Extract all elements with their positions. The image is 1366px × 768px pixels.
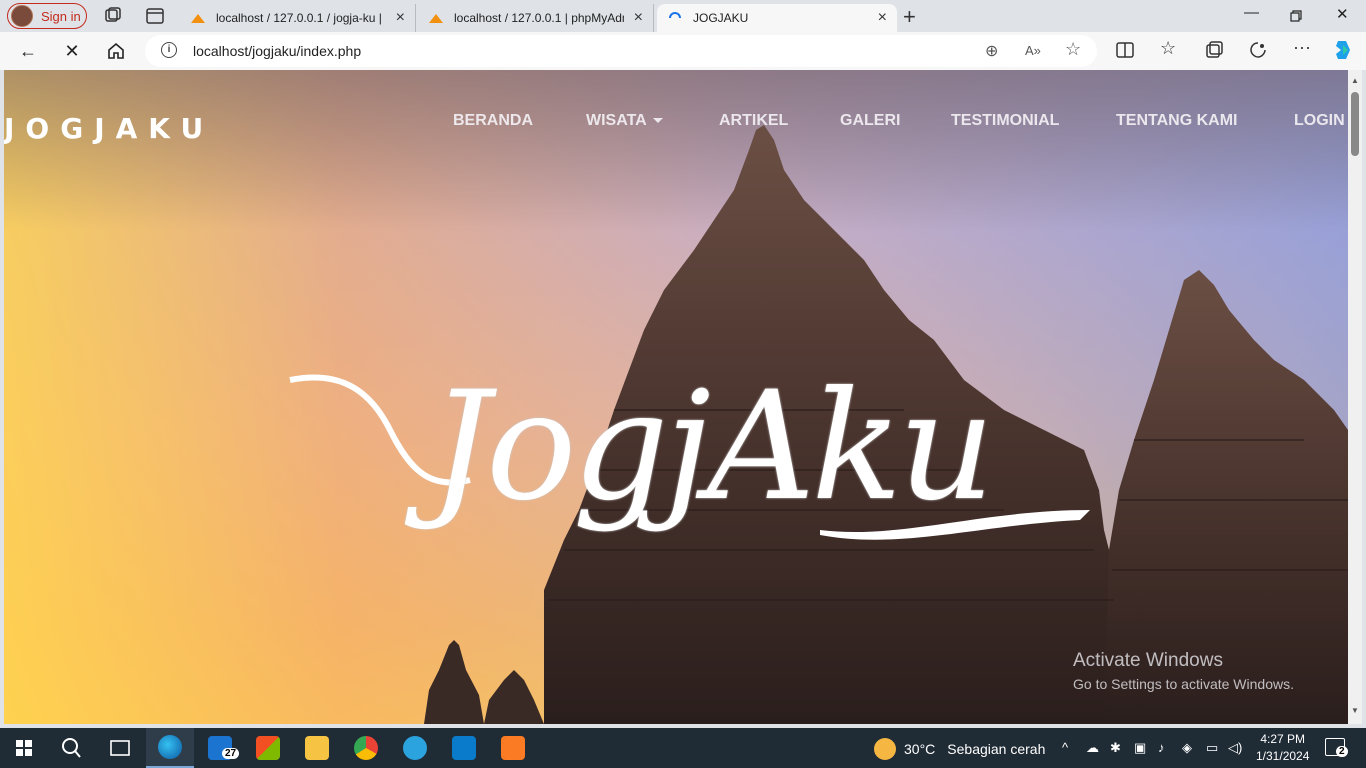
taskbar-store[interactable] [244,728,292,768]
tab-phpmyadmin-jogjaku[interactable]: localhost / 127.0.0.1 / jogja-ku | p × [180,4,416,32]
weather-widget[interactable]: 30°C Sebagian cerah [874,738,1045,760]
split-screen-icon[interactable] [1116,41,1134,59]
signin-label: Sign in [41,8,81,24]
nav-testimonial[interactable]: TESTIMONIAL [951,112,1059,130]
page-scrollbar[interactable]: ▲ ▼ [1348,70,1362,724]
site-brand-logo[interactable]: JOGJAKU [4,112,214,145]
notification-center-icon[interactable]: 2 [1325,738,1348,757]
scroll-up-icon[interactable]: ▲ [1351,76,1359,85]
tab-title: JOGJAKU [693,11,749,25]
activate-windows-title: Activate Windows [1073,650,1223,671]
close-tab-icon[interactable]: × [634,9,643,27]
read-aloud-icon[interactable]: A» [1025,43,1041,58]
tab-strip: Sign in localhost / 127.0.0.1 / jogja-ku… [0,0,1366,32]
loading-spinner-icon [669,12,681,19]
folder-icon [305,736,329,760]
taskbar-vscode[interactable] [440,728,488,768]
back-button[interactable]: ← [16,39,40,63]
telegram-icon [403,736,427,760]
meet-now-icon[interactable]: ▣ [1134,740,1146,756]
task-view-icon[interactable] [96,728,144,768]
settings-more-icon[interactable]: ··· [1293,37,1311,58]
taskbar-mail[interactable]: 27 [196,728,244,768]
tab-jogjaku[interactable]: JOGJAKU × [657,4,897,32]
nav-galeri[interactable]: GALERI [840,112,900,130]
workspaces-icon[interactable] [103,6,123,26]
site-info-icon[interactable]: i [161,42,177,58]
chrome-icon [354,736,378,760]
url-text[interactable]: localhost/jogjaku/index.php [193,43,361,59]
address-bar-row: ← ✕ i localhost/jogjaku/index.php ⊕ A» ☆… [0,32,1366,70]
scroll-thumb[interactable] [1351,92,1359,156]
minimize-button[interactable]: — [1244,4,1259,21]
tab-phpmyadmin[interactable]: localhost / 127.0.0.1 | phpMyAdmi × [418,4,654,32]
hero-title: JogjAku [430,360,995,534]
scroll-down-icon[interactable]: ▼ [1351,706,1359,715]
taskbar-chrome[interactable] [342,728,390,768]
taskbar-xampp[interactable] [489,728,537,768]
stop-loading-button[interactable]: ✕ [60,39,84,63]
zoom-icon[interactable]: ⊕ [985,41,998,61]
close-window-button[interactable]: ✕ [1336,5,1349,23]
nav-artikel[interactable]: ARTIKEL [719,112,788,130]
start-button-icon[interactable] [0,728,48,768]
restore-button[interactable] [1290,10,1302,22]
new-tab-button[interactable]: + [903,4,916,30]
taskbar-explorer[interactable] [293,728,341,768]
show-hidden-icons-chevron-icon[interactable]: ^ [1062,740,1068,755]
clock-time: 4:27 PM [1260,732,1306,746]
volume-icon[interactable]: ◁) [1228,740,1242,756]
nav-login[interactable]: LOGIN [1294,112,1345,130]
notification-count: 2 [1336,746,1348,757]
collections-icon[interactable] [1205,41,1223,59]
page-viewport: JOGJAKU BERANDA WISATA ARTIKEL GALERI TE… [4,70,1348,724]
copilot-icon[interactable] [1331,38,1355,62]
tab-actions-icon[interactable] [145,6,165,26]
favorite-star-icon[interactable]: ☆ [1065,39,1081,60]
close-tab-icon[interactable]: × [396,9,405,27]
nav-wisata-label: WISATA [586,112,647,129]
taskbar-edge[interactable] [146,728,194,768]
network-icon[interactable]: ▭ [1206,740,1218,756]
system-clock[interactable]: 4:27 PM 1/31/2024 [1256,731,1309,765]
home-button[interactable] [104,39,128,63]
nav-beranda[interactable]: BERANDA [453,112,533,130]
weather-desc: Sebagian cerah [947,741,1046,757]
clock-date: 1/31/2024 [1256,749,1310,763]
close-tab-icon[interactable]: × [878,9,887,27]
favorites-icon[interactable]: ☆ [1160,38,1176,59]
phpmyadmin-favicon-icon [191,14,205,23]
nav-wisata[interactable]: WISATA [586,112,663,130]
windows-taskbar: 27 30°C Sebagian cerah ^ ☁ ✱ ▣ ♪ ◈ ▭ ◁) … [0,728,1366,768]
mail-badge: 27 [222,748,240,759]
nav-tentang-kami[interactable]: TENTANG KAMI [1116,112,1237,130]
profile-signin-button[interactable]: Sign in [7,3,87,29]
tab-title: localhost / 127.0.0.1 | phpMyAdmi [454,11,624,25]
activate-windows-subtitle: Go to Settings to activate Windows. [1073,676,1294,692]
bluetooth-icon[interactable]: ✱ [1110,740,1121,756]
edge-icon [158,735,182,759]
search-icon[interactable] [48,728,96,768]
vscode-icon [452,736,476,760]
xampp-icon [501,736,525,760]
address-bar[interactable]: i localhost/jogjaku/index.php ⊕ A» ☆ [145,35,1097,67]
avatar [11,5,33,27]
phpmyadmin-favicon-icon [429,14,443,23]
tab-title: localhost / 127.0.0.1 / jogja-ku | p [216,11,386,25]
onedrive-cloud-icon[interactable]: ☁ [1086,740,1099,756]
taskbar-telegram[interactable] [391,728,439,768]
store-icon [256,736,280,760]
weather-temp: 30°C [904,741,936,757]
security-icon[interactable]: ◈ [1182,740,1192,756]
microphone-icon[interactable]: ♪ [1158,740,1165,755]
hero-logo: JogjAku [280,340,1100,580]
browser-essentials-icon[interactable] [1249,41,1267,59]
caret-down-icon [652,118,663,124]
partly-sunny-icon [874,738,896,760]
